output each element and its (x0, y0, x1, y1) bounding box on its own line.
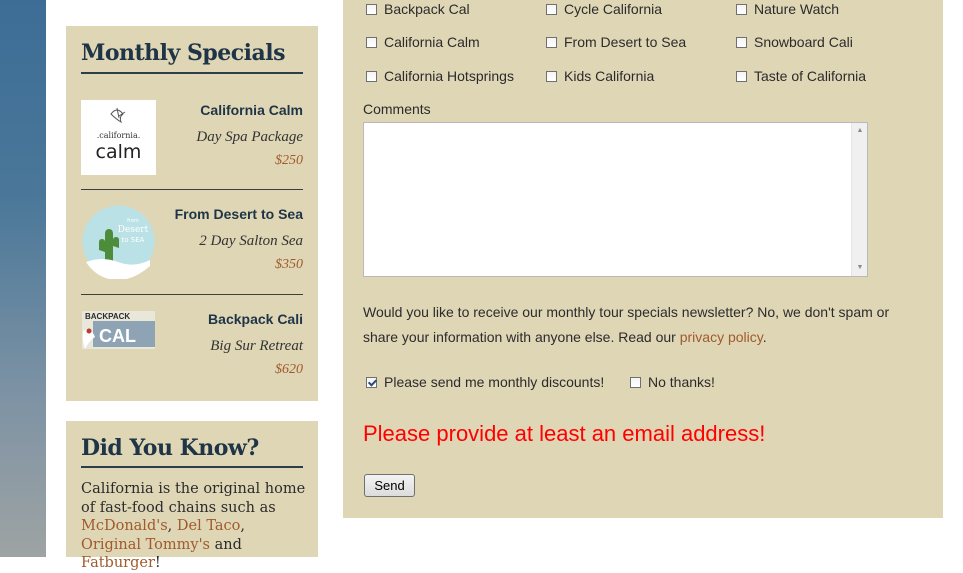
tour-checkbox[interactable] (366, 4, 377, 15)
special-price: $620 (275, 362, 303, 377)
tour-option-nature-watch[interactable]: Nature Watch (736, 1, 839, 17)
newsletter-end: . (762, 329, 767, 345)
special-description: Day Spa Package (196, 129, 303, 145)
tour-option-kids-california[interactable]: Kids California (546, 68, 654, 84)
tour-option-california-calm[interactable]: California Calm (366, 34, 480, 50)
tour-option-taste-of-california[interactable]: Taste of California (736, 68, 866, 84)
tour-checkbox[interactable] (546, 37, 557, 48)
special-item-backpack-cali[interactable]: BACKPACK CAL Backpack Cali Big Sur Retre… (81, 309, 303, 399)
privacy-policy-link[interactable]: privacy policy (680, 329, 763, 345)
link-del-taco[interactable]: Del Taco (177, 518, 241, 534)
tour-checkbox[interactable] (736, 37, 747, 48)
fact-separator: and (210, 536, 242, 553)
tour-checkbox[interactable] (366, 37, 377, 48)
item-divider (81, 294, 303, 295)
tour-label[interactable]: From Desert to Sea (564, 34, 686, 50)
comments-scrollbar[interactable]: ▲ ▼ (851, 123, 867, 276)
link-fatburger[interactable]: Fatburger (81, 555, 155, 571)
send-button[interactable]: Send (364, 474, 415, 497)
california-calm-logo[interactable]: .california. calm (81, 100, 156, 175)
tour-label[interactable]: Snowboard Cali (754, 34, 853, 50)
item-divider (81, 189, 303, 190)
tour-label[interactable]: Kids California (564, 68, 654, 84)
comments-textarea[interactable]: ▲ ▼ (363, 122, 868, 277)
logo-top-text: from (127, 218, 139, 224)
discounts-label[interactable]: Please send me monthly discounts! (384, 374, 604, 390)
monthly-specials-title: Monthly Specials (81, 40, 286, 66)
tour-checkbox[interactable] (736, 71, 747, 82)
link-mcdonalds[interactable]: McDonald's (81, 518, 168, 534)
fact-separator: , (167, 518, 177, 534)
tour-checkbox[interactable] (736, 4, 747, 15)
opt-no-thanks[interactable]: No thanks! (630, 374, 715, 390)
scroll-down-arrow-icon[interactable]: ▼ (852, 260, 868, 276)
newsletter-prompt: Would you like to receive our monthly to… (363, 300, 923, 350)
special-price: $250 (275, 153, 303, 168)
fact-end: ! (154, 555, 161, 571)
logo-sub-text: to SEA (122, 236, 145, 244)
fact-separator: , (240, 518, 245, 534)
newsletter-text: Would you like to receive our monthly to… (363, 304, 890, 345)
tour-label[interactable]: California Calm (384, 34, 480, 50)
special-name[interactable]: From Desert to Sea (175, 206, 303, 222)
special-description: Big Sur Retreat (210, 338, 303, 354)
special-price: $350 (275, 257, 303, 272)
logo-main-text: Desert (118, 225, 149, 235)
no-thanks-label[interactable]: No thanks! (648, 374, 715, 390)
monthly-specials-panel: Monthly Specials .california. calm Calif… (66, 26, 318, 401)
logo-top-text: BACKPACK (85, 312, 130, 321)
tour-option-desert-to-sea[interactable]: From Desert to Sea (546, 34, 686, 50)
comments-label: Comments (363, 101, 431, 117)
special-item-california-calm[interactable]: .california. calm California Calm Day Sp… (81, 100, 303, 190)
special-description: 2 Day Salton Sea (199, 233, 303, 249)
special-name[interactable]: California Calm (200, 102, 303, 118)
tour-checkbox[interactable] (546, 4, 557, 15)
tour-label[interactable]: Backpack Cal (384, 1, 470, 17)
did-you-know-title: Did You Know? (81, 435, 259, 461)
tour-option-cycle-california[interactable]: Cycle California (546, 1, 662, 17)
fact-text: California is the original home of fast-… (81, 481, 306, 516)
did-you-know-panel: Did You Know? California is the original… (66, 421, 318, 571)
special-item-desert-to-sea[interactable]: from Desert to SEA From Desert to Sea 2 … (81, 204, 303, 294)
tour-checkbox[interactable] (366, 71, 377, 82)
discounts-checkbox[interactable] (366, 377, 377, 388)
tour-label[interactable]: Cycle California (564, 1, 662, 17)
tour-option-snowboard-cali[interactable]: Snowboard Cali (736, 34, 853, 50)
tour-option-california-hotsprings[interactable]: California Hotsprings (366, 68, 514, 84)
did-you-know-text: California is the original home of fast-… (81, 480, 306, 573)
no-thanks-checkbox[interactable] (630, 377, 641, 388)
logo-top-text: .california. (97, 131, 141, 140)
backpack-cali-logo[interactable]: BACKPACK CAL (81, 309, 156, 384)
special-name[interactable]: Backpack Cali (208, 311, 303, 327)
left-background-strip (0, 0, 46, 557)
tour-label[interactable]: Nature Watch (754, 1, 839, 17)
logo-main-text: calm (96, 141, 142, 163)
link-original-tommys[interactable]: Original Tommy's (81, 537, 210, 553)
error-message: Please provide at least an email address… (363, 421, 766, 446)
opt-monthly-discounts[interactable]: Please send me monthly discounts! (366, 374, 604, 390)
desert-to-sea-logo[interactable]: from Desert to SEA (81, 204, 156, 279)
tour-checkbox[interactable] (546, 71, 557, 82)
tour-option-backpack-cal[interactable]: Backpack Cal (366, 1, 470, 17)
logo-main-text: CAL (99, 326, 136, 346)
title-divider (81, 466, 303, 468)
contact-form: Backpack Cal Cycle California Nature Wat… (343, 0, 943, 518)
tour-label[interactable]: California Hotsprings (384, 68, 514, 84)
scroll-up-arrow-icon[interactable]: ▲ (852, 123, 868, 139)
tour-label[interactable]: Taste of California (754, 68, 866, 84)
title-divider (81, 72, 303, 74)
